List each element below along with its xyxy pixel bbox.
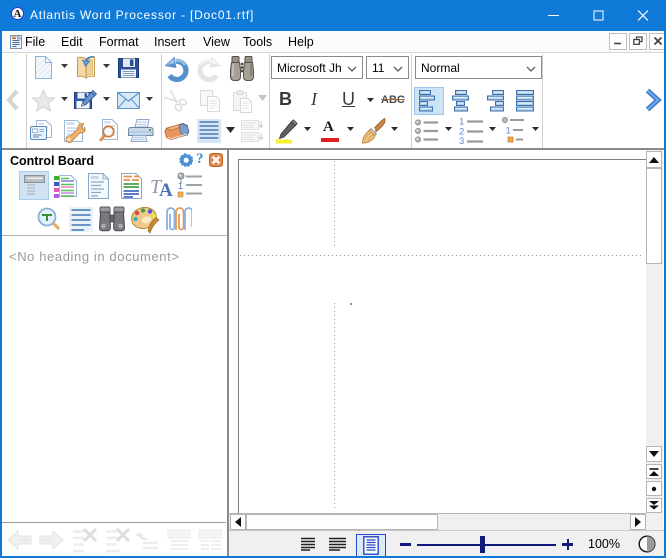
svg-text:1: 1 [506,126,511,137]
svg-text:1: 1 [178,181,183,191]
svg-text:A: A [159,180,173,199]
svg-text:3: 3 [459,136,464,144]
